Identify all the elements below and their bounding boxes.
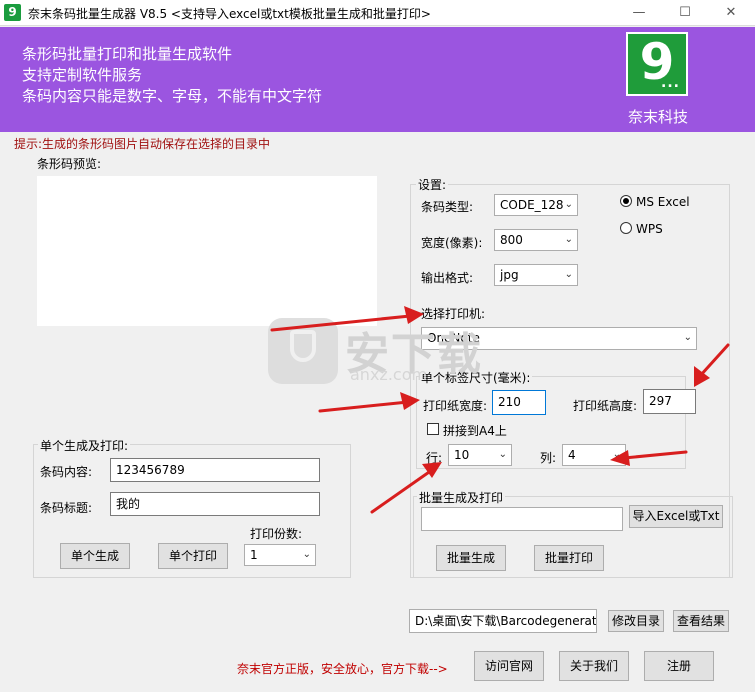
chevron-down-icon: ⌄ <box>683 332 692 343</box>
close-icon: ✕ <box>725 5 737 20</box>
watermark-url: anxz.com <box>350 365 428 384</box>
rows-select[interactable]: 10 ⌄ <box>448 444 512 466</box>
change-dir-button[interactable]: 修改目录 <box>608 610 664 632</box>
format-select[interactable]: jpg ⌄ <box>494 264 578 286</box>
barcode-preview <box>37 176 377 326</box>
paper-width-input[interactable]: 210 <box>492 390 546 415</box>
company-logo: 9 ... <box>626 32 688 96</box>
chevron-down-icon: ⌄ <box>302 549 311 560</box>
a4-label: 拼接到A4上 <box>443 424 507 438</box>
settings-title: 设置: <box>416 176 449 193</box>
caption-label: 条码标题: <box>40 501 93 515</box>
minimize-icon: — <box>632 5 646 20</box>
maximize-icon: ☐ <box>679 5 691 20</box>
batch-print-button[interactable]: 批量打印 <box>534 545 604 571</box>
chevron-down-icon: ⌄ <box>498 449 507 460</box>
a4-checkbox[interactable] <box>427 423 439 435</box>
rows-value: 10 <box>454 448 470 462</box>
view-results-button[interactable]: 查看结果 <box>673 610 729 632</box>
radio-ms-excel-label: MS Excel <box>636 195 690 209</box>
barcode-type-select[interactable]: CODE_128 ⌄ <box>494 194 578 216</box>
width-value: 800 <box>500 233 523 247</box>
cols-value: 4 <box>568 448 576 462</box>
logo-dots: ... <box>661 75 680 91</box>
minimize-button[interactable]: — <box>616 0 662 26</box>
copies-select[interactable]: 1 ⌄ <box>244 544 316 566</box>
banner-line-2: 支持定制软件服务 <box>22 66 143 84</box>
radio-wps[interactable] <box>620 222 632 234</box>
barcode-type-value: CODE_128 <box>500 198 564 212</box>
banner-line-1: 条形码批量打印和批量生成软件 <box>22 45 233 63</box>
import-excel-button[interactable]: 导入Excel或Txt <box>629 505 723 528</box>
cols-select[interactable]: 4 ⌄ <box>562 444 626 466</box>
copies-label: 打印份数: <box>250 527 303 541</box>
format-label: 输出格式: <box>421 271 474 285</box>
footer-note: 奈末官方正版，安全放心，官方下载--> <box>237 662 448 676</box>
barcode-type-label: 条码类型: <box>421 200 474 214</box>
batch-generate-button[interactable]: 批量生成 <box>436 545 506 571</box>
single-generate-button[interactable]: 单个生成 <box>60 543 130 569</box>
single-title: 单个生成及打印: <box>38 437 131 454</box>
close-button[interactable]: ✕ <box>708 0 754 26</box>
chevron-down-icon: ⌄ <box>612 449 621 460</box>
paper-width-label: 打印纸宽度: <box>423 399 488 413</box>
rows-label: 行: <box>426 451 443 465</box>
company-name: 奈末科技 <box>627 108 688 126</box>
content-input[interactable]: 123456789 <box>110 458 320 482</box>
maximize-button[interactable]: ☐ <box>662 0 708 26</box>
copies-value: 1 <box>250 548 258 562</box>
paper-height-label: 打印纸高度: <box>573 399 638 413</box>
chevron-down-icon: ⌄ <box>564 269 573 280</box>
hint-text: 提示:生成的条形码图片自动保存在选择的目录中 <box>14 137 271 151</box>
width-label: 宽度(像素): <box>421 236 483 250</box>
window-title: 奈末条码批量生成器 V8.5 <支持导入excel或txt模板批量生成和批量打印… <box>28 7 431 21</box>
output-dir-input[interactable]: D:\桌面\安下载\Barcodegenerato <box>409 609 597 633</box>
single-print-button[interactable]: 单个打印 <box>158 543 228 569</box>
watermark-shield-inner <box>290 330 316 362</box>
batch-title: 批量生成及打印 <box>417 489 506 506</box>
register-button[interactable]: 注册 <box>644 651 714 681</box>
banner-line-3: 条码内容只能是数字、字母，不能有中文字符 <box>22 87 323 105</box>
chevron-down-icon: ⌄ <box>564 234 573 245</box>
batch-file-input[interactable] <box>421 507 623 531</box>
format-value: jpg <box>500 268 519 282</box>
chevron-down-icon: ⌄ <box>564 199 573 210</box>
radio-wps-label: WPS <box>636 222 663 236</box>
app-icon: 9 <box>4 4 21 21</box>
paper-height-input[interactable]: 297 <box>643 389 696 414</box>
width-select[interactable]: 800 ⌄ <box>494 229 578 251</box>
arrow-to-paper-width <box>318 400 410 413</box>
content-label: 条码内容: <box>40 465 93 479</box>
about-us-button[interactable]: 关于我们 <box>559 651 629 681</box>
cols-label: 列: <box>540 451 557 465</box>
radio-ms-excel[interactable] <box>620 195 632 207</box>
preview-label: 条形码预览: <box>37 157 102 171</box>
caption-input[interactable]: 我的 <box>110 492 320 516</box>
visit-website-button[interactable]: 访问官网 <box>474 651 544 681</box>
